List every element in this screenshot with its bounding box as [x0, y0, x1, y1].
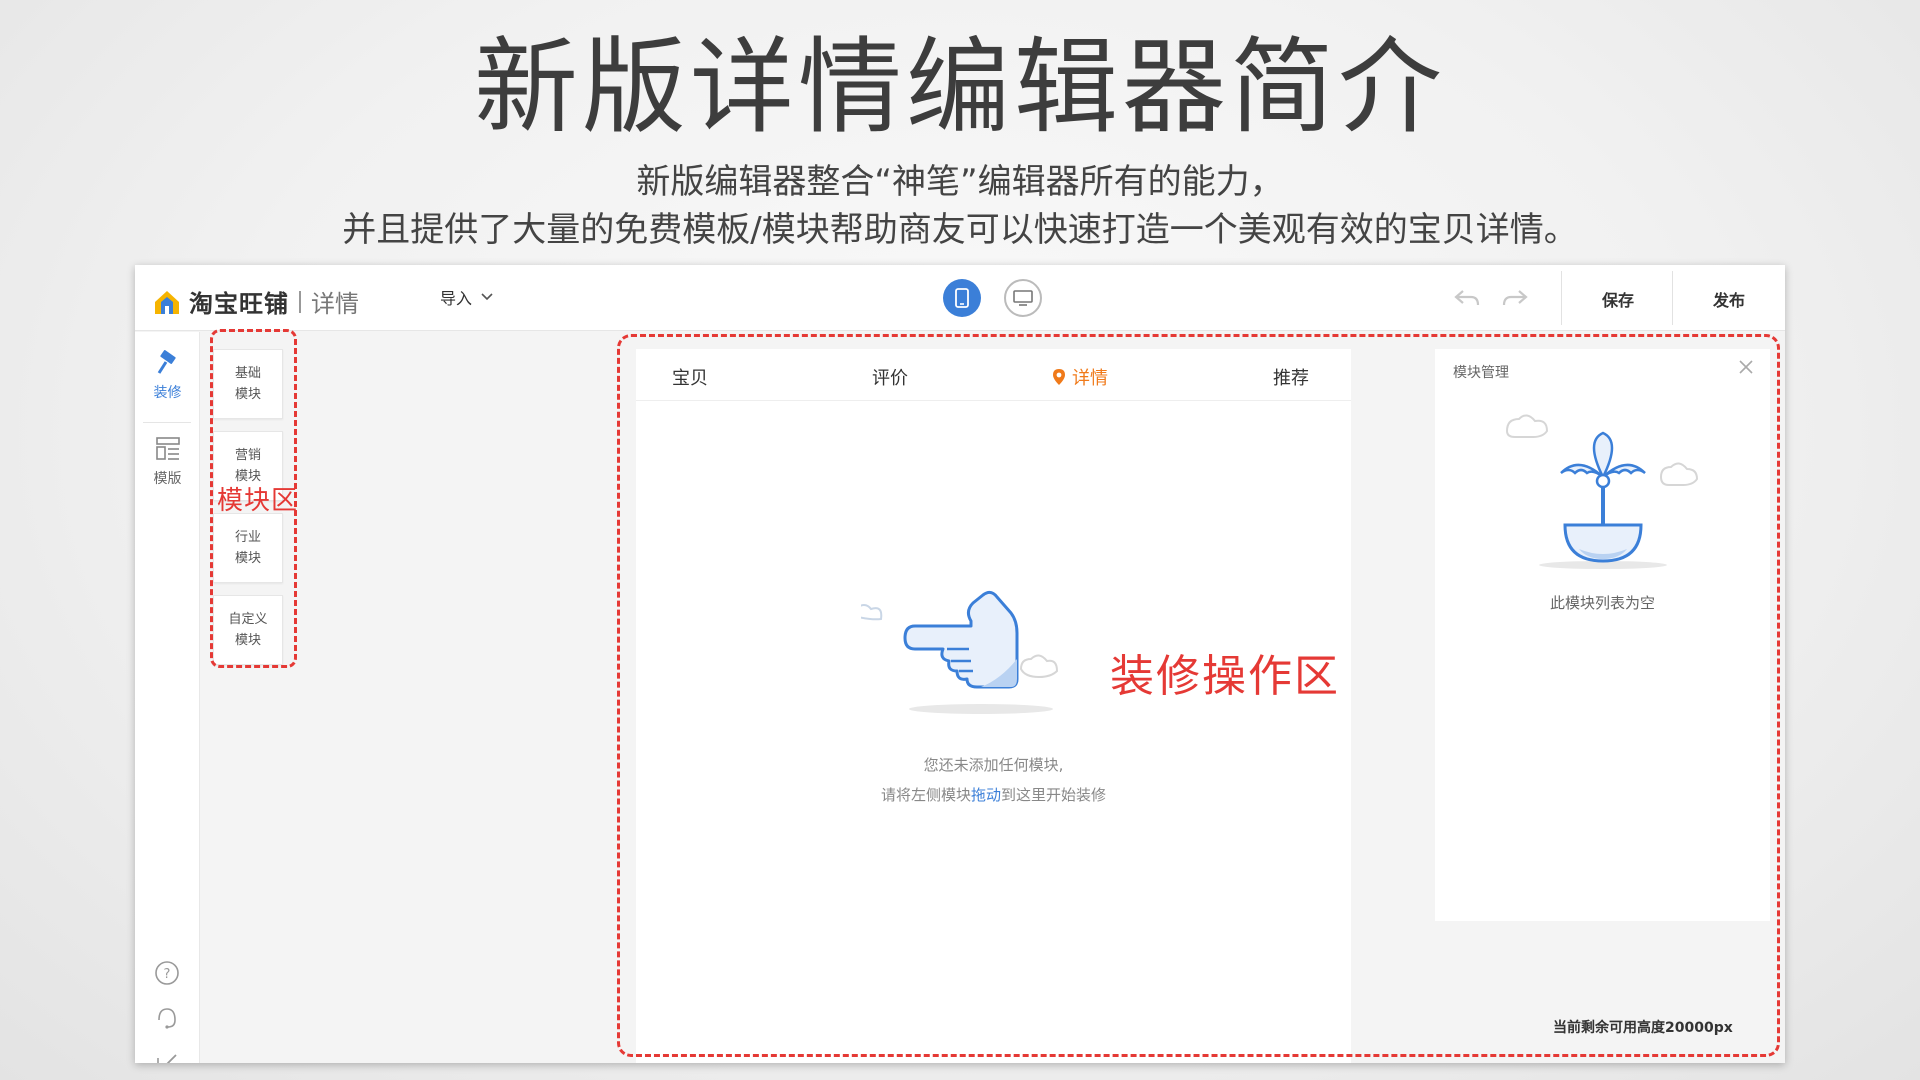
top-bar: 淘宝旺铺 详情 导入 保存 发布 [135, 265, 1785, 331]
edit-icon[interactable] [154, 1050, 180, 1063]
import-dropdown[interactable]: 导入 [440, 285, 494, 309]
logo-divider [299, 290, 301, 313]
help-icon[interactable]: ? [154, 960, 180, 986]
slide-title: 新版详情编辑器简介 [473, 26, 1446, 148]
desktop-view-button[interactable] [1004, 279, 1042, 317]
module-area-label: 模块区 [217, 486, 299, 516]
hammer-icon [157, 350, 176, 374]
chevron-down-icon [481, 293, 493, 301]
app-section: 详情 [311, 290, 359, 318]
taobao-shop-logo-icon [155, 290, 179, 314]
redo-icon[interactable] [1501, 287, 1529, 309]
template-layout-icon [155, 437, 180, 460]
app-logo: 淘宝旺铺 详情 [153, 284, 359, 319]
svg-text:?: ? [164, 967, 171, 982]
toolbar-divider [1672, 271, 1673, 325]
save-button[interactable]: 保存 [1602, 287, 1634, 311]
nav-divider [143, 422, 191, 423]
nav-item-template[interactable]: 模版 [135, 436, 200, 488]
app-name: 淘宝旺铺 [189, 290, 289, 318]
work-area-label: 装修操作区 [1110, 651, 1340, 702]
undo-icon[interactable] [1453, 287, 1481, 309]
monitor-icon [1013, 290, 1033, 306]
nav-item-label: 装修 [153, 385, 182, 401]
headset-icon[interactable] [154, 1005, 180, 1031]
nav-item-label: 模版 [153, 471, 182, 487]
left-nav: 装修 模版 ? [135, 332, 200, 1063]
mobile-icon [955, 288, 969, 308]
mobile-view-button[interactable] [943, 279, 981, 317]
slide-subtitle-line2: 并且提供了大量的免费模板/模块帮助商友可以快速打造一个美观有效的宝贝详情。 [342, 210, 1578, 250]
import-label: 导入 [440, 289, 473, 308]
publish-button[interactable]: 发布 [1713, 287, 1745, 311]
toolbar-divider [1561, 271, 1562, 325]
slide-subtitle-line1: 新版编辑器整合“神笔”编辑器所有的能力， [636, 162, 1284, 202]
nav-item-decorate[interactable]: 装修 [135, 350, 200, 402]
